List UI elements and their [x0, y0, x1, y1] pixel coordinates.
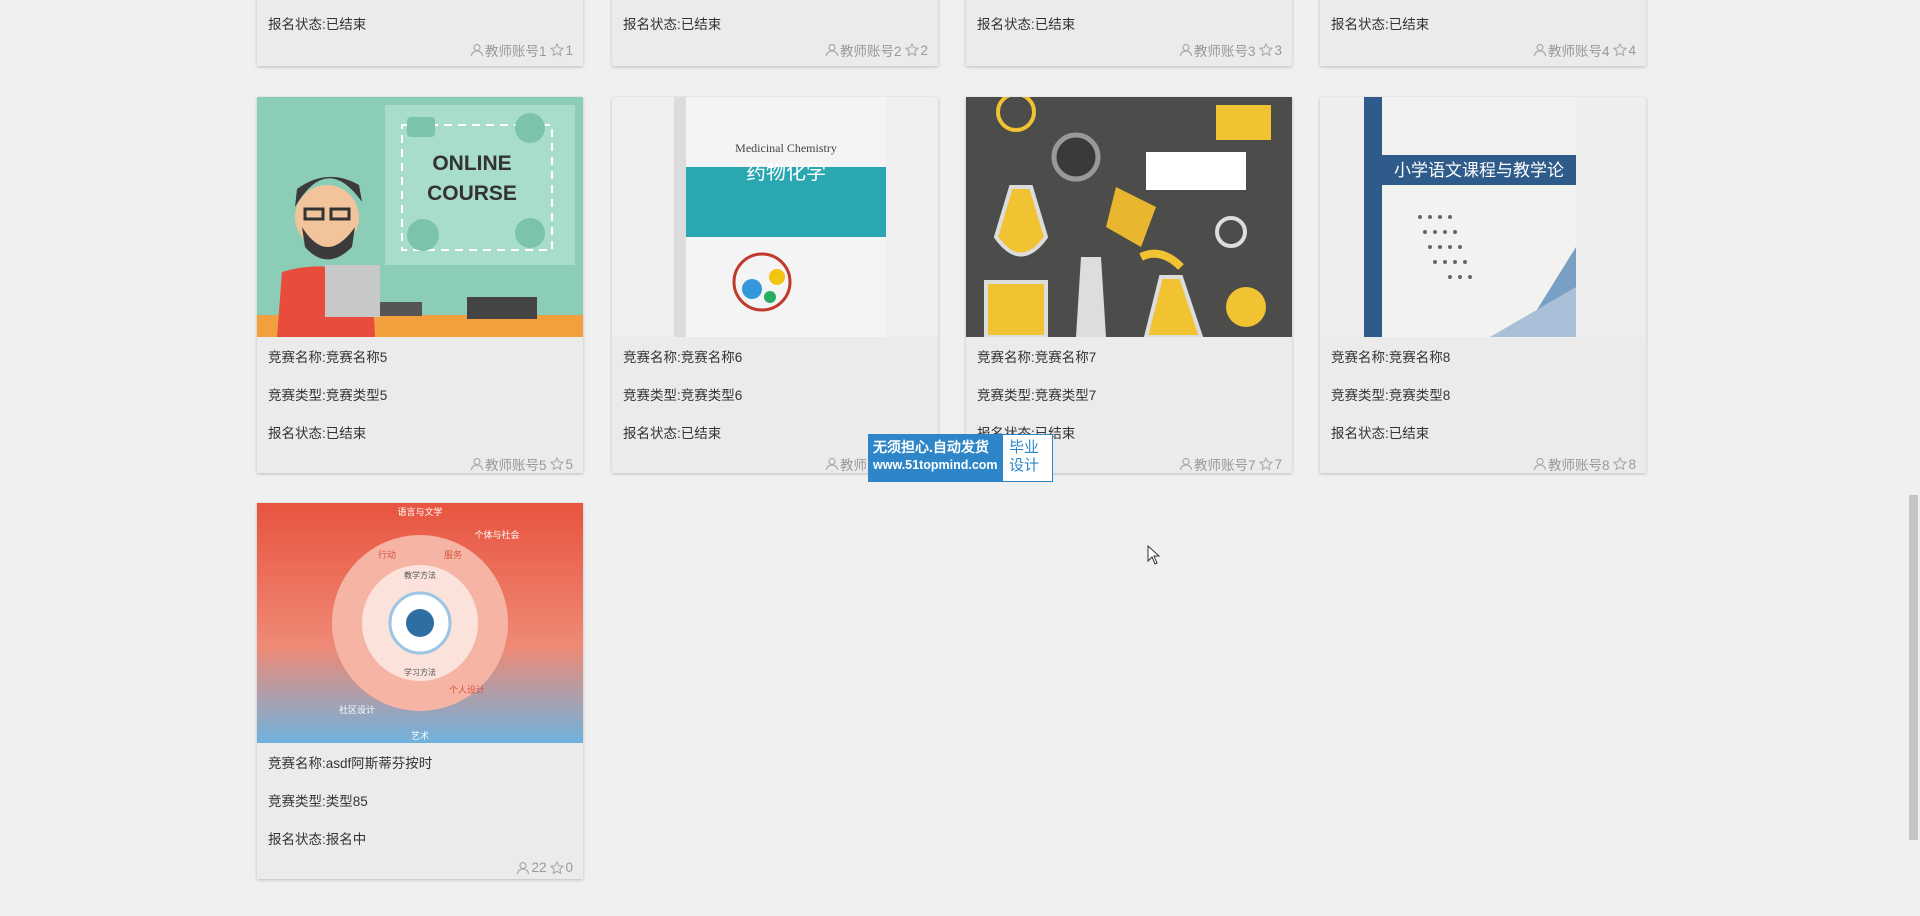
star-count: 2	[920, 42, 928, 58]
watermark-right2: 设计	[1009, 457, 1040, 474]
vertical-scrollbar[interactable]	[1906, 0, 1920, 916]
wheel-label-bl: 社区设计	[339, 704, 375, 716]
star-count: 7	[1274, 456, 1282, 472]
book-title: 小学语文课程与教学论	[1394, 161, 1564, 181]
user-icon	[1533, 457, 1547, 471]
card-meta: 教师账号8 8	[1533, 454, 1636, 474]
competition-card[interactable]: ONLINE COURSE 竞赛名称:竞赛名称5 竞赛类型:竞赛类型5 报名状态…	[257, 97, 583, 473]
competition-card[interactable]: 竞赛名称:竞赛名称7 竞赛类型:竞赛类型7 报名状态:已结束 教师账号7 7	[966, 97, 1292, 473]
teacher-account: 教师账号2	[839, 44, 902, 59]
teacher-account: 教师账号7	[1193, 458, 1256, 473]
user-icon	[470, 43, 484, 57]
star-count: 1	[565, 42, 573, 58]
registration-status: 报名状态:已结束	[268, 17, 367, 32]
teacher-account: 教师账号5	[484, 458, 547, 473]
registration-status: 报名状态:已结束	[268, 426, 367, 441]
watermark-line1: 无须担心.自动发货	[873, 439, 989, 455]
curriculum-wheel-image[interactable]: 语言与文学 个体与社会 社区设计 艺术 行动 服务 个人设计 教学方法 学习方法	[257, 503, 583, 743]
competition-card[interactable]: 报名状态:已结束 教师账号3 3	[966, 0, 1292, 66]
star-icon[interactable]	[1259, 457, 1274, 471]
star-icon[interactable]	[550, 860, 565, 875]
registration-status: 报名状态:已结束	[977, 17, 1076, 32]
wheel-label-inner1: 行动	[378, 549, 396, 561]
competition-name: 竞赛名称:竞赛名称7	[977, 350, 1097, 365]
online-course-image[interactable]: ONLINE COURSE	[257, 97, 583, 337]
watermark-banner: 无须担心.自动发货 www.51topmind.com 毕业 设计	[868, 434, 1053, 482]
star-count: 5	[565, 456, 573, 472]
registration-status: 报名状态:报名中	[268, 832, 367, 847]
user-icon	[1179, 43, 1193, 57]
book-title-cn: 药物化学	[746, 160, 826, 184]
wheel-label-br: 个人设计	[449, 684, 485, 696]
image-text-course: COURSE	[427, 182, 517, 205]
mouse-cursor-icon	[1147, 545, 1161, 565]
teacher-account: 教师账号8	[1547, 458, 1610, 473]
star-icon[interactable]	[1613, 43, 1628, 57]
competition-name: 竞赛名称:竞赛名称5	[268, 350, 388, 365]
star-count: 4	[1628, 42, 1636, 58]
competition-name: 竞赛名称:竞赛名称6	[623, 350, 743, 365]
book-title-en: Medicinal Chemistry	[735, 141, 837, 155]
wheel-label-inner4: 学习方法	[404, 667, 436, 677]
competition-card[interactable]: 报名状态:已结束 教师账号2 2	[612, 0, 938, 66]
medicinal-chemistry-book-image[interactable]: Medicinal Chemistry 药物化学	[612, 97, 938, 337]
competition-card[interactable]: 报名状态:已结束 教师账号4 4	[1320, 0, 1646, 66]
image-text-online: ONLINE	[432, 152, 511, 175]
competition-type: 竞赛类型:类型85	[268, 794, 368, 809]
user-icon	[517, 861, 530, 874]
registration-status: 报名状态:已结束	[623, 426, 722, 441]
card-meta: 教师账号5 5	[470, 454, 573, 474]
user-icon	[1533, 43, 1547, 57]
wheel-label-inner2: 服务	[444, 549, 462, 561]
card-meta: 教师账号2 2	[825, 40, 928, 60]
card-meta: 教师账号7 7	[1179, 454, 1282, 474]
registration-status: 报名状态:已结束	[1331, 426, 1430, 441]
card-meta: 教师账号1 1	[470, 40, 573, 60]
scrollbar-thumb[interactable]	[1909, 495, 1918, 840]
star-icon[interactable]	[1613, 457, 1628, 471]
competition-card[interactable]: 小学语文课程与教学论 竞赛名称:竞赛名称8 竞赛类型:竞赛类型8 报名状态:已结…	[1320, 97, 1646, 473]
competition-type: 竞赛类型:竞赛类型8	[1331, 388, 1451, 403]
wheel-label-tr: 个体与社会	[474, 529, 519, 541]
user-icon	[825, 457, 839, 471]
chinese-teaching-book-image[interactable]: 小学语文课程与教学论	[1320, 97, 1646, 337]
science-lab-image[interactable]	[966, 97, 1292, 337]
teacher-account: 22	[531, 860, 547, 875]
competition-type: 竞赛类型:竞赛类型7	[977, 388, 1097, 403]
registration-status: 报名状态:已结束	[623, 17, 722, 32]
user-icon	[1179, 457, 1193, 471]
star-count: 0	[565, 860, 573, 875]
competition-name: 竞赛名称:竞赛名称8	[1331, 350, 1451, 365]
competition-name: 竞赛名称:asdf阿斯蒂芬按时	[268, 756, 433, 771]
card-meta: 22 0	[516, 860, 573, 875]
competition-card[interactable]: 报名状态:已结束 教师账号1 1	[257, 0, 583, 66]
competition-type: 竞赛类型:竞赛类型6	[623, 388, 743, 403]
star-icon[interactable]	[905, 43, 920, 57]
star-count: 8	[1628, 456, 1636, 472]
teacher-account: 教师账号3	[1193, 44, 1256, 59]
card-meta: 教师账号3 3	[1179, 40, 1282, 60]
star-icon[interactable]	[550, 457, 565, 471]
watermark-url: www.51topmind.com	[873, 458, 998, 472]
wheel-label-top: 语言与文学	[397, 506, 442, 518]
card-meta: 教师账号4 4	[1533, 40, 1636, 60]
registration-status: 报名状态:已结束	[1331, 17, 1430, 32]
competition-card[interactable]: 语言与文学 个体与社会 社区设计 艺术 行动 服务 个人设计 教学方法 学习方法…	[257, 503, 583, 879]
star-count: 3	[1274, 42, 1282, 58]
competition-type: 竞赛类型:竞赛类型5	[268, 388, 388, 403]
teacher-account: 教师账号1	[484, 44, 547, 59]
wheel-label-inner3: 教学方法	[404, 570, 436, 580]
watermark-right1: 毕业	[1009, 439, 1040, 456]
competition-card[interactable]: Medicinal Chemistry 药物化学 竞赛名称:竞赛名称6 竞赛类型…	[612, 97, 938, 473]
star-icon[interactable]	[550, 43, 565, 57]
user-icon	[825, 43, 839, 57]
wheel-label-bottom: 艺术	[411, 730, 429, 742]
user-icon	[470, 457, 484, 471]
teacher-account: 教师账号4	[1547, 44, 1610, 59]
star-icon[interactable]	[1259, 43, 1274, 57]
